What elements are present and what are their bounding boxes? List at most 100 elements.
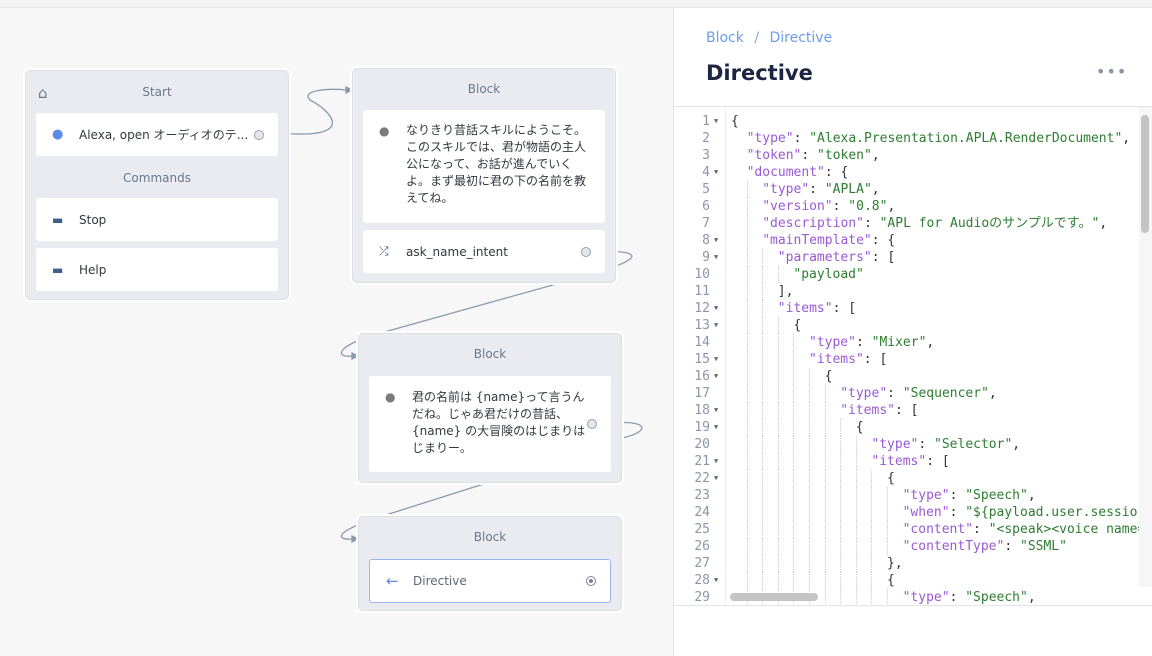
indent-guide [762, 538, 764, 555]
fold-toggle-icon[interactable]: ▼ [714, 402, 718, 419]
code-line: 16 ▼ { [674, 368, 1139, 385]
speak-step[interactable]: ● 君の名前は {name}って言うん だね。じゃあ君だけの昔話、 {name}… [369, 376, 611, 472]
code-text: "items": [ [809, 352, 888, 367]
indent-guide [871, 538, 873, 555]
indent-guide [809, 504, 810, 521]
code-line: 23 "type": "Speech", [674, 487, 1139, 504]
block-title: Block [473, 347, 507, 361]
line-number: 11 [694, 284, 710, 299]
more-options-button[interactable]: ••• [1096, 62, 1127, 81]
indent-guide [793, 436, 795, 453]
indent-guide [887, 504, 888, 521]
fold-toggle-icon[interactable]: ▼ [714, 419, 718, 436]
breadcrumb-directive[interactable]: Directive [770, 30, 833, 46]
indent-guide [746, 266, 748, 283]
indent-guide [762, 453, 764, 470]
fold-toggle-icon[interactable]: ▼ [714, 232, 718, 249]
selected-port[interactable] [586, 576, 596, 586]
indent-guide [824, 453, 826, 470]
horizontal-scrollbar[interactable] [730, 593, 818, 601]
indent-guide [746, 317, 748, 334]
directive-step[interactable]: ← Directive [369, 559, 611, 603]
utterance-text: Alexa, open オーディオのテ... [79, 128, 249, 142]
indent-guide [840, 521, 842, 538]
indent-guide [746, 487, 748, 504]
block-title: Block [473, 530, 507, 544]
line-number: 28 [694, 573, 710, 588]
indent-guide [777, 402, 779, 419]
directive-panel: Block / Directive Directive ••• 1 ▼ {2 "typ… [673, 8, 1152, 656]
block-node-3[interactable]: Block ← Directive [358, 516, 622, 611]
indent-guide [762, 300, 764, 317]
indent-guide [809, 572, 810, 589]
utterance-step[interactable]: ● Alexa, open オーディオのテ... [36, 113, 278, 156]
code-text: "document": { [746, 165, 849, 180]
line-number: 3 [702, 148, 710, 163]
indent-guide [762, 555, 764, 572]
code-editor[interactable]: 1 ▼ {2 "type": "Alexa.Presentation.APLA.Ren… [674, 106, 1152, 606]
output-port[interactable] [254, 129, 264, 140]
block-node-2[interactable]: Block ● 君の名前は {name}って言うん だね。じゃあ君だけの昔話、 … [358, 333, 622, 483]
breadcrumb: Block / Directive [706, 30, 838, 46]
code-text: "type": "Speech", [902, 488, 1036, 503]
output-port[interactable] [587, 419, 597, 429]
code-line: 26 "contentType": "SSML" [674, 538, 1139, 555]
code-text: { [731, 114, 739, 129]
speak-line: よ。まず最初に君の下の名前を教 [406, 174, 587, 188]
intent-step[interactable]: ⤮ ask_name_intent [363, 230, 605, 273]
speak-line: じまりー。 [412, 441, 472, 455]
indent-guide [809, 453, 810, 470]
speak-line: 公になって、お話が進んでいく [406, 157, 573, 171]
indent-guide [871, 572, 873, 589]
command-help[interactable]: ▬ Help [36, 248, 278, 291]
fold-toggle-icon[interactable]: ▼ [714, 572, 718, 589]
code-text: "type": "Speech", [902, 590, 1036, 605]
indent-guide [777, 436, 779, 453]
fold-toggle-icon[interactable]: ▼ [714, 470, 718, 487]
indent-guide [762, 504, 764, 521]
indent-guide [777, 419, 779, 436]
start-node[interactable]: ⌂ Start ● Alexa, open オーディオのテ... Command… [25, 70, 289, 300]
fold-toggle-icon[interactable]: ▼ [714, 249, 718, 266]
fold-toggle-icon[interactable]: ▼ [714, 453, 718, 470]
block-node-1[interactable]: Block ● なりきり昔話スキルにようこそ。 このスキルでは、君が物語の主人 … [352, 68, 616, 283]
speech-bubble-icon: ● [379, 124, 390, 138]
indent-guide [746, 521, 748, 538]
code-line: 24 "when": "${payload.user.sessio [674, 504, 1139, 521]
code-text: "when": "${payload.user.sessio [902, 505, 1138, 520]
code-line: 18 ▼ "items": [ [674, 402, 1139, 419]
command-stop[interactable]: ▬ Stop [36, 198, 278, 241]
fold-toggle-icon[interactable]: ▼ [714, 351, 718, 368]
breadcrumb-block[interactable]: Block [706, 30, 744, 46]
indent-guide [762, 334, 764, 351]
indent-guide [809, 487, 810, 504]
indent-guide [777, 334, 779, 351]
indent-guide [824, 504, 826, 521]
fold-toggle-icon[interactable]: ▼ [714, 300, 718, 317]
line-number: 27 [694, 556, 710, 571]
code-text: "token": "token", [746, 148, 880, 163]
line-number: 5 [702, 182, 710, 197]
fold-toggle-icon[interactable]: ▼ [714, 113, 718, 130]
folder-icon: ▬ [52, 262, 64, 277]
indent-guide [762, 385, 764, 402]
line-number: 2 [702, 131, 710, 146]
fold-toggle-icon[interactable]: ▼ [714, 317, 718, 334]
indent-guide [824, 436, 826, 453]
indent-guide [824, 385, 826, 402]
vertical-scrollbar[interactable] [1141, 115, 1149, 233]
speak-text: なりきり昔話スキルにようこそ。 このスキルでは、君が物語の主人 公になって、お話… [406, 122, 586, 207]
fold-toggle-icon[interactable]: ▼ [714, 368, 718, 385]
output-port[interactable] [581, 246, 591, 257]
indent-guide [809, 402, 810, 419]
fold-toggle-icon[interactable]: ▼ [714, 164, 718, 181]
code-line: 11], [674, 283, 1139, 300]
code-text: "items": [ [777, 301, 857, 316]
code-text: "mainTemplate": { [762, 233, 896, 248]
speech-bubble-icon: ● [385, 390, 396, 404]
vertical-scrollbar-track[interactable] [1139, 107, 1152, 587]
indent-guide [840, 555, 842, 572]
speak-step[interactable]: ● なりきり昔話スキルにようこそ。 このスキルでは、君が物語の主人 公になって、… [363, 110, 605, 223]
link-start-to-block1 [278, 88, 347, 135]
indent-guide [762, 436, 764, 453]
